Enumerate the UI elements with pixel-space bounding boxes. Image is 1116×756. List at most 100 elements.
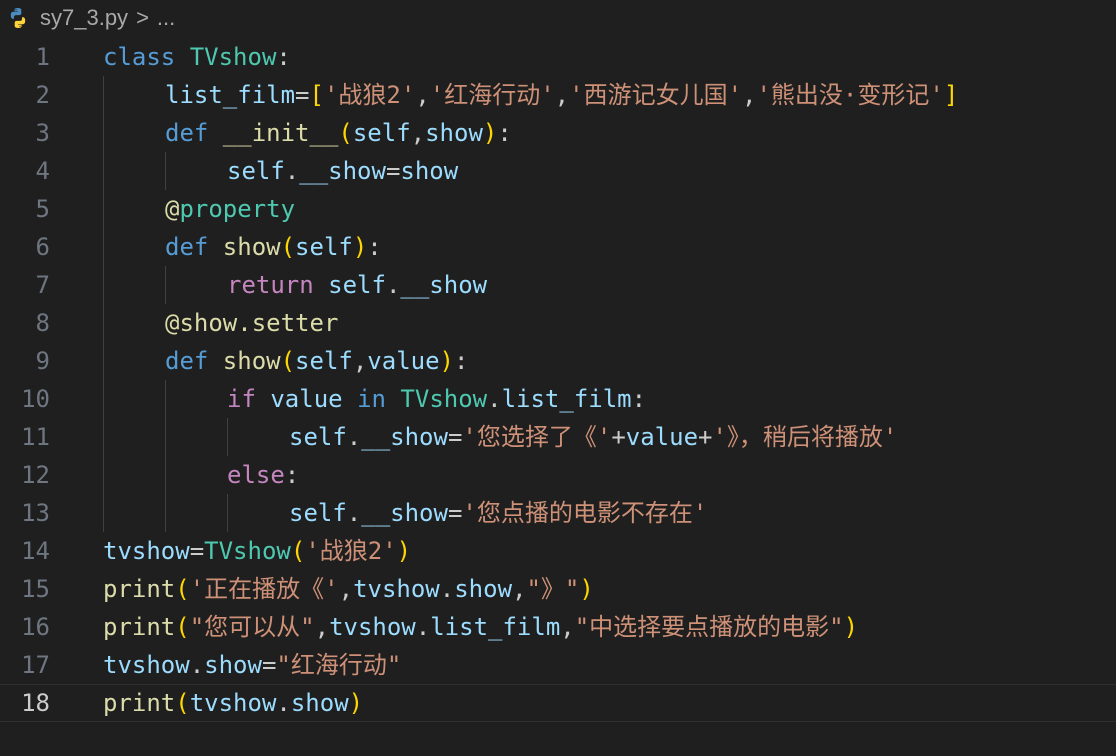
code-token: ): [396, 537, 412, 565]
code-token: =: [295, 81, 310, 109]
code-line[interactable]: 5 @property: [0, 190, 1116, 228]
code-token: '战狼2': [305, 537, 397, 565]
code-token: class: [103, 43, 190, 71]
indent-guide: [165, 152, 166, 190]
code-token: __show: [361, 499, 448, 527]
code-token: show: [290, 689, 349, 717]
code-token: :: [454, 347, 469, 375]
code-text: @show.setter: [165, 304, 338, 342]
code-token: ): [439, 347, 454, 375]
code-line[interactable]: 8 @show.setter: [0, 304, 1116, 342]
code-editor[interactable]: 1 class TVshow: 2 list_film=['战狼2','红海行动','…: [0, 38, 1116, 722]
code-token: print: [103, 689, 176, 717]
code-token: list_film: [430, 613, 561, 641]
code-token: in: [357, 385, 401, 413]
line-number: 18: [21, 689, 50, 717]
code-token: tvshow: [353, 575, 440, 603]
code-text: return self.__show: [227, 266, 487, 304]
code-line[interactable]: 1 class TVshow:: [0, 38, 1116, 76]
code-token: '红海行动': [429, 81, 555, 109]
code-token: '》，稍后将播放': [712, 423, 898, 451]
code-token: show: [454, 575, 513, 603]
code-token: .: [346, 423, 362, 451]
code-text: def show(self,value):: [165, 342, 468, 380]
code-token: ,: [314, 613, 330, 641]
code-text: class TVshow:: [103, 38, 291, 76]
code-token: self: [328, 271, 386, 299]
code-token: .: [346, 499, 362, 527]
breadcrumb-file[interactable]: sy7_3.py: [40, 5, 128, 31]
code-token: def: [165, 233, 223, 261]
code-line[interactable]: 3 def __init__(self,show):: [0, 114, 1116, 152]
code-line[interactable]: 14 tvshow=TVshow('战狼2'): [0, 532, 1116, 570]
line-number: 6: [35, 233, 50, 261]
indent-guide: [165, 266, 166, 304]
line-number: 8: [35, 309, 50, 337]
indent-guide: [103, 456, 104, 494]
code-token: (: [175, 613, 190, 641]
code-token: @: [165, 195, 180, 223]
code-line[interactable]: 13 self.__show='您点播的电影不存在': [0, 494, 1116, 532]
code-token: :: [497, 119, 512, 147]
indent-guide: [103, 342, 104, 380]
code-text: list_film=['战狼2','红海行动','西游记女儿国','熊出没·变形…: [165, 76, 958, 114]
code-text: @property: [165, 190, 295, 228]
code-token: def: [165, 347, 223, 375]
code-token: "中选择要点播放的电影": [574, 613, 844, 641]
code-token: __show: [400, 271, 488, 299]
code-token: else: [227, 461, 285, 489]
code-token: print: [103, 613, 176, 641]
code-token: ,: [415, 81, 430, 109]
code-token: return: [227, 271, 329, 299]
code-line[interactable]: 16 print("您可以从",tvshow.list_film,"中选择要点播放…: [0, 608, 1116, 646]
code-token: (: [175, 575, 190, 603]
code-token: tvshow: [189, 689, 277, 717]
code-line[interactable]: 12 else:: [0, 456, 1116, 494]
indent-guide: [103, 228, 104, 266]
code-text: tvshow=TVshow('战狼2'): [103, 532, 411, 570]
breadcrumb: sy7_3.py > ...: [0, 0, 1116, 36]
code-token: __show: [299, 157, 386, 185]
code-token: @show.setter: [165, 309, 339, 337]
code-line[interactable]: 11 self.__show='您选择了《'+value+'》，稍后将播放': [0, 418, 1116, 456]
code-line[interactable]: 2 list_film=['战狼2','红海行动','西游记女儿国','熊出没·变…: [0, 76, 1116, 114]
code-token: ): [579, 575, 594, 603]
code-token: value: [270, 385, 358, 413]
code-token: '战狼2': [323, 81, 416, 109]
code-line[interactable]: 6 def show(self):: [0, 228, 1116, 266]
code-token: =: [447, 423, 463, 451]
line-number: 15: [21, 575, 50, 603]
code-token: tvshow: [103, 651, 190, 679]
code-line[interactable]: 9 def show(self,value):: [0, 342, 1116, 380]
code-token: show: [222, 347, 281, 375]
code-token: (: [290, 537, 306, 565]
indent-guide: [165, 494, 166, 532]
code-line[interactable]: 4 self.__show=show: [0, 152, 1116, 190]
code-line[interactable]: 15 print('正在播放《',tvshow.show,"》"): [0, 570, 1116, 608]
code-token: +: [611, 423, 626, 451]
code-token: "红海行动": [276, 651, 402, 679]
code-token: show: [204, 651, 262, 679]
indent-guide: [103, 266, 104, 304]
code-line[interactable]: 17 tvshow.show="红海行动": [0, 646, 1116, 684]
code-token: [: [309, 81, 324, 109]
code-token: '西游记女儿国': [569, 81, 743, 109]
code-token: __init__: [222, 119, 339, 147]
python-file-icon: [6, 6, 30, 30]
code-text: tvshow.show="红海行动": [103, 646, 401, 684]
code-token: .: [284, 157, 300, 185]
code-token: .: [439, 575, 455, 603]
code-line[interactable]: 7 return self.__show: [0, 266, 1116, 304]
code-token: value: [367, 347, 440, 375]
code-line[interactable]: 18 print(tvshow.show): [0, 684, 1116, 722]
code-token: +: [698, 423, 713, 451]
code-token: self: [289, 499, 347, 527]
code-token: show: [400, 157, 459, 185]
code-token: if: [227, 385, 271, 413]
indent-guide: [165, 456, 166, 494]
indent-guide: [103, 494, 104, 532]
code-token: TVshow: [400, 385, 488, 413]
code-line[interactable]: 10 if value in TVshow.list_film:: [0, 380, 1116, 418]
code-token: '正在播放《': [189, 575, 339, 603]
breadcrumb-symbols[interactable]: ...: [157, 5, 175, 31]
